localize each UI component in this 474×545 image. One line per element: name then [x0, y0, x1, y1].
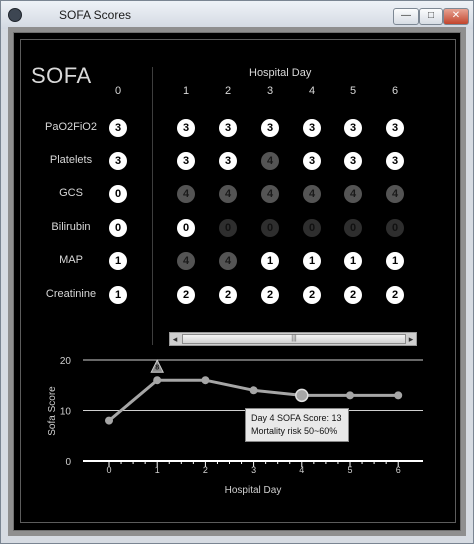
tooltip-mortality-text: Mortality risk 50~60% [251, 426, 338, 436]
data-point [153, 376, 162, 385]
data-point [346, 391, 354, 400]
x-tick-label: 3 [251, 465, 256, 475]
data-point [249, 386, 258, 395]
data-point [201, 376, 210, 385]
y-tick-label: 20 [60, 356, 72, 367]
x-axis-label: Hospital Day [225, 485, 282, 496]
y-tick-label: 0 [65, 457, 71, 468]
tooltip-score-text: Day 4 SOFA Score: 13 [251, 413, 342, 423]
data-point [394, 391, 403, 400]
sofa-score-chart: 0 10 20 0 1 2 3 4 5 6 Hospital Day Sofa Score 8 [47, 356, 423, 496]
x-tick-label: 2 [203, 465, 208, 475]
x-tick-label: 0 [106, 465, 111, 475]
x-tick-label: 4 [299, 465, 304, 475]
data-point [105, 416, 113, 425]
y-axis-label: Sofa Score [47, 386, 58, 436]
score-tooltip: Day 4 SOFA Score: 13 Mortality risk 50~6… [245, 408, 349, 442]
y-tick-label: 10 [60, 407, 72, 418]
annotation-label: 8 [155, 365, 159, 372]
x-tick-label: 6 [396, 465, 401, 475]
x-tick-label: 1 [155, 465, 160, 475]
x-tick-label: 5 [347, 465, 352, 475]
application-window: SOFA Scores — □ ✕ SOFA Hospital Day 0123… [0, 0, 474, 544]
highlighted-data-point [295, 388, 309, 403]
